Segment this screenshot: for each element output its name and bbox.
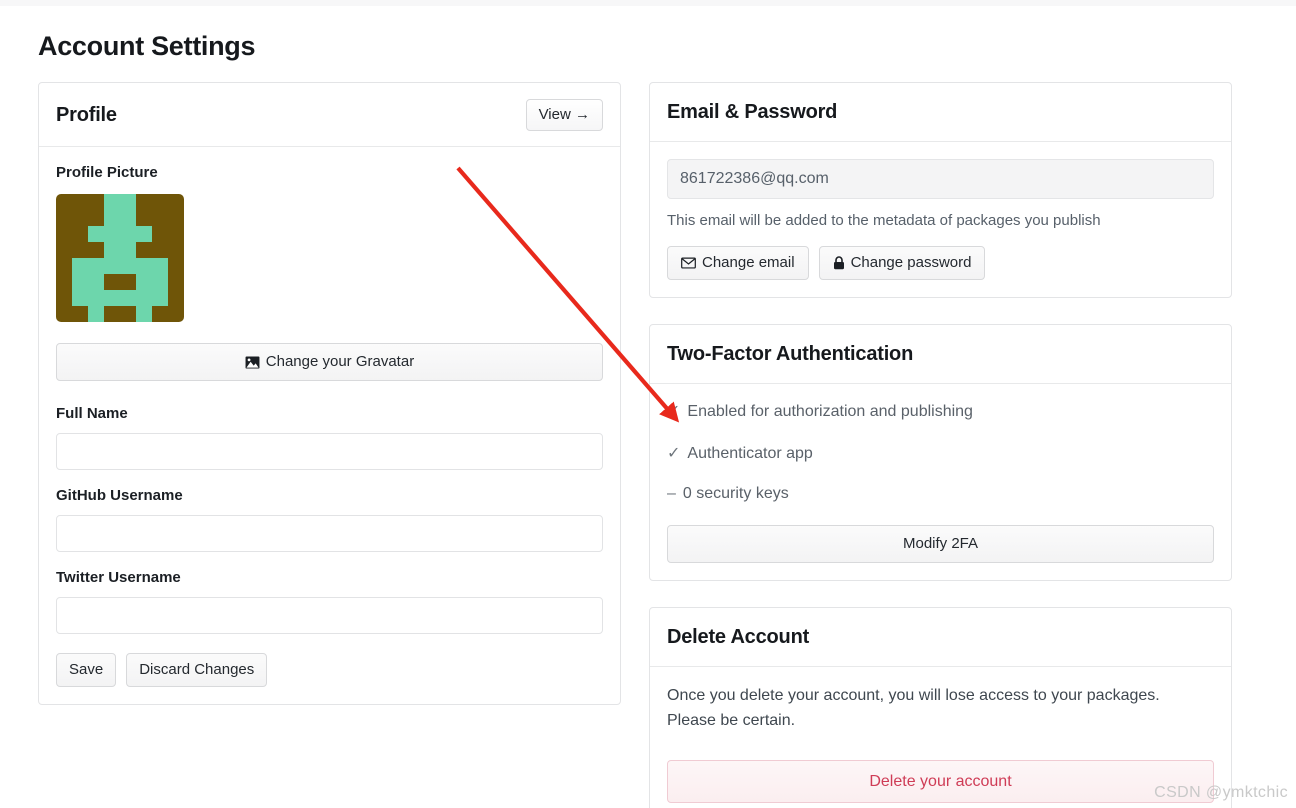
full-name-label: Full Name <box>56 405 128 422</box>
field-full-name: Full Name <box>56 405 603 470</box>
delete-account-card-header: Delete Account <box>650 608 1231 667</box>
settings-columns: Profile View → Profile Picture Change yo… <box>38 82 1258 808</box>
save-button[interactable]: Save <box>56 653 117 687</box>
email-display-field: 861722386@qq.com <box>667 159 1214 199</box>
check-icon: ✓ <box>667 403 681 420</box>
left-column: Profile View → Profile Picture Change yo… <box>38 82 621 705</box>
two-factor-card-header: Two-Factor Authentication <box>650 325 1231 384</box>
email-hint-text: This email will be added to the metadata… <box>667 212 1101 229</box>
email-password-card: Email & Password 861722386@qq.com This e… <box>649 82 1232 298</box>
right-column: Email & Password 861722386@qq.com This e… <box>649 82 1232 808</box>
field-twitter-username: Twitter Username <box>56 569 603 634</box>
change-password-label: Change password <box>850 254 972 271</box>
delete-your-account-button[interactable]: Delete your account <box>667 759 1214 803</box>
avatar <box>56 194 184 322</box>
change-gravatar-button[interactable]: Change your Gravatar <box>56 343 603 381</box>
status-enabled: ✓ Enabled for authorization and publishi… <box>667 401 1214 421</box>
email-password-card-title: Email & Password <box>667 101 838 123</box>
delete-account-description: Once you delete your account, you will l… <box>667 687 1160 729</box>
watermark: CSDN @ymktchic <box>1154 784 1288 801</box>
gravatar-identicon-icon <box>56 194 184 322</box>
email-password-card-header: Email & Password <box>650 83 1231 142</box>
page-title: Account Settings <box>38 31 256 61</box>
profile-card: Profile View → Profile Picture Change yo… <box>38 82 621 705</box>
discard-changes-button[interactable]: Discard Changes <box>126 653 268 687</box>
status-authenticator-app: ✓ Authenticator app <box>667 443 1214 463</box>
status-enabled-text: Enabled for authorization and publishing <box>687 403 973 420</box>
twitter-username-input[interactable] <box>56 597 603 634</box>
change-password-button[interactable]: Change password <box>818 246 986 280</box>
check-icon: ✓ <box>667 445 681 462</box>
two-factor-status-list: ✓ Enabled for authorization and publishi… <box>667 401 1214 503</box>
email-password-card-body: 861722386@qq.com This email will be adde… <box>650 142 1231 297</box>
change-gravatar-wrap: Change your Gravatar <box>56 343 603 381</box>
dash-icon: – <box>667 485 676 502</box>
delete-account-card-title: Delete Account <box>667 626 810 648</box>
github-username-label: GitHub Username <box>56 487 183 504</box>
email-password-actions: Change email Change password <box>667 246 1214 280</box>
two-factor-card-body: ✓ Enabled for authorization and publishi… <box>650 384 1231 580</box>
field-github-username: GitHub Username <box>56 487 603 552</box>
modify-2fa-button[interactable]: Modify 2FA <box>667 525 1214 563</box>
profile-form-actions: Save Discard Changes <box>56 653 603 687</box>
profile-picture-label: Profile Picture <box>56 164 158 181</box>
image-icon <box>245 355 260 369</box>
change-email-label: Change email <box>702 254 795 271</box>
full-name-input[interactable] <box>56 433 603 470</box>
twitter-username-label: Twitter Username <box>56 569 181 586</box>
profile-card-body: Profile Picture Change your Gravatar Ful… <box>39 147 620 704</box>
delete-account-card-body: Once you delete your account, you will l… <box>650 667 1231 808</box>
lock-icon <box>833 256 845 270</box>
status-authenticator-app-text: Authenticator app <box>687 445 813 462</box>
change-email-button[interactable]: Change email <box>667 246 809 280</box>
envelope-icon <box>681 257 696 269</box>
profile-card-title: Profile <box>56 103 117 126</box>
github-username-input[interactable] <box>56 515 603 552</box>
delete-account-card: Delete Account Once you delete your acco… <box>649 607 1232 808</box>
profile-card-header: Profile View → <box>39 83 620 147</box>
view-profile-button[interactable]: View → <box>525 99 603 131</box>
account-settings-page: Account Settings Profile View → Profile … <box>0 0 1296 808</box>
change-gravatar-label: Change your Gravatar <box>265 353 415 370</box>
status-security-keys-text: 0 security keys <box>682 485 789 502</box>
two-factor-card-title: Two-Factor Authentication <box>667 343 914 365</box>
two-factor-card: Two-Factor Authentication ✓ Enabled for … <box>649 324 1232 581</box>
status-security-keys: – 0 security keys <box>667 485 1214 503</box>
